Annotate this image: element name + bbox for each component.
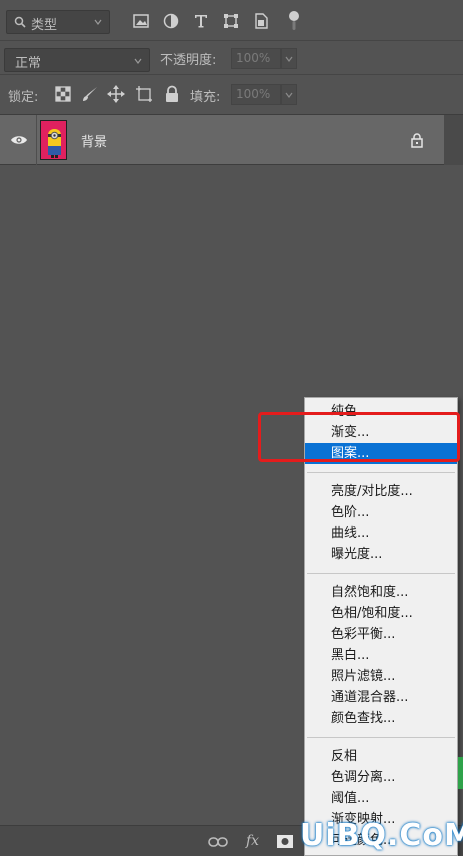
layer-filter-bar: 类型 xyxy=(0,0,463,41)
search-icon xyxy=(14,16,26,28)
menu-item-channel-mixer[interactable]: 通道混合器... xyxy=(305,687,457,708)
fill-dropdown[interactable] xyxy=(281,84,297,105)
adjustment-filter-icon[interactable] xyxy=(162,12,180,30)
menu-divider xyxy=(307,573,455,574)
minion-thumbnail-icon xyxy=(41,121,66,159)
blend-mode-row: 正常 不透明度: 100% xyxy=(0,41,463,75)
menu-item-posterize[interactable]: 色调分离... xyxy=(305,767,457,788)
menu-item-color-lookup[interactable]: 颜色查找... xyxy=(305,708,457,729)
chevron-down-icon xyxy=(94,19,102,25)
lock-icon xyxy=(411,133,423,148)
opacity-label: 不透明度: xyxy=(160,53,217,68)
adjustment-layer-menu: 纯色... 渐变... 图案... 亮度/对比度... 色阶... 曲线... … xyxy=(304,397,458,856)
layer-style-button[interactable]: fx xyxy=(246,833,259,849)
lock-artboard-icon[interactable] xyxy=(135,85,153,103)
layer-kind-filter-label: 类型 xyxy=(31,18,58,33)
filter-toggle-icon[interactable] xyxy=(284,9,304,33)
chevron-down-icon xyxy=(285,92,293,98)
layer-thumbnail[interactable] xyxy=(40,120,67,160)
menu-item-black-white[interactable]: 黑白... xyxy=(305,645,457,666)
layer-row-background[interactable]: 背景 xyxy=(0,115,444,165)
opacity-input[interactable]: 100% xyxy=(231,48,281,69)
layer-mask-icon[interactable] xyxy=(277,835,293,848)
fill-input[interactable]: 100% xyxy=(231,84,281,105)
menu-item-exposure[interactable]: 曝光度... xyxy=(305,544,457,565)
type-filter-icon[interactable] xyxy=(192,12,210,30)
menu-item-photo-filter[interactable]: 照片滤镜... xyxy=(305,666,457,687)
blend-mode-select[interactable]: 正常 xyxy=(4,48,150,72)
menu-item-threshold[interactable]: 阈值... xyxy=(305,788,457,809)
menu-item-hue-saturation[interactable]: 色相/饱和度... xyxy=(305,603,457,624)
chevron-down-icon xyxy=(285,56,293,62)
menu-divider xyxy=(307,737,455,738)
fill-label: 填充: xyxy=(190,90,221,105)
menu-item-invert[interactable]: 反相 xyxy=(305,746,457,767)
smart-object-filter-icon[interactable] xyxy=(252,12,270,30)
layer-divider xyxy=(36,115,37,165)
shape-filter-icon[interactable] xyxy=(222,12,240,30)
lock-row: 锁定: 填充: 100% xyxy=(0,75,463,115)
opacity-dropdown[interactable] xyxy=(281,48,297,69)
menu-item-vibrance[interactable]: 自然饱和度... xyxy=(305,582,457,603)
menu-item-color-balance[interactable]: 色彩平衡... xyxy=(305,624,457,645)
layer-panel-scroll-gutter xyxy=(444,115,463,165)
lock-label: 锁定: xyxy=(8,90,39,105)
lock-transparent-icon[interactable] xyxy=(54,85,72,103)
annotation-highlight-box xyxy=(258,412,460,462)
layer-kind-filter-select[interactable]: 类型 xyxy=(6,10,110,34)
menu-item-brightness-contrast[interactable]: 亮度/对比度... xyxy=(305,481,457,502)
blend-mode-value: 正常 xyxy=(15,56,42,71)
watermark-logo: UiBQ.CoM xyxy=(300,818,463,853)
link-layers-icon[interactable] xyxy=(208,836,228,848)
lock-image-icon[interactable] xyxy=(81,85,99,103)
menu-item-levels[interactable]: 色阶... xyxy=(305,502,457,523)
image-filter-icon[interactable] xyxy=(132,12,150,30)
menu-item-curves[interactable]: 曲线... xyxy=(305,523,457,544)
lock-position-icon[interactable] xyxy=(107,85,125,103)
chevron-down-icon xyxy=(134,58,142,64)
eye-icon[interactable] xyxy=(10,133,28,147)
menu-divider xyxy=(307,472,455,473)
lock-all-icon[interactable] xyxy=(163,85,181,103)
layer-name: 背景 xyxy=(81,135,108,150)
green-edge-mark xyxy=(458,757,463,789)
